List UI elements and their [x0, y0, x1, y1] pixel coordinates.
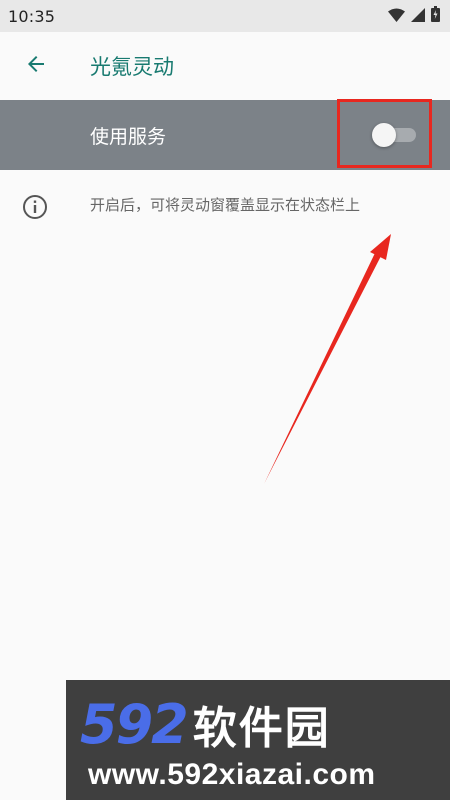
watermark-number: 592	[80, 692, 189, 756]
info-icon	[22, 194, 48, 224]
battery-icon	[431, 6, 440, 26]
watermark-url: www.592xiazai.com	[88, 758, 376, 791]
status-icons	[388, 6, 440, 26]
use-service-label: 使用服务	[90, 125, 167, 148]
wifi-icon	[388, 7, 405, 26]
info-row: 开启后，可将灵动窗覆盖显示在状态栏上	[0, 185, 450, 229]
watermark: 592 软件园 www.592xiazai.com	[66, 680, 450, 800]
app-bar: 光氪灵动	[0, 32, 450, 100]
status-time: 10:35	[8, 6, 56, 26]
watermark-logo: 592 软件园	[80, 692, 331, 756]
back-button[interactable]	[0, 32, 72, 100]
arrow-left-icon	[24, 52, 48, 80]
annotation-highlight-box	[337, 99, 432, 168]
page-title: 光氪灵动	[90, 55, 174, 79]
info-text: 开启后，可将灵动窗覆盖显示在状态栏上	[90, 196, 361, 214]
cell-signal-icon	[411, 7, 425, 26]
watermark-brand: 软件园	[192, 703, 331, 754]
status-bar: 10:35	[0, 0, 450, 32]
